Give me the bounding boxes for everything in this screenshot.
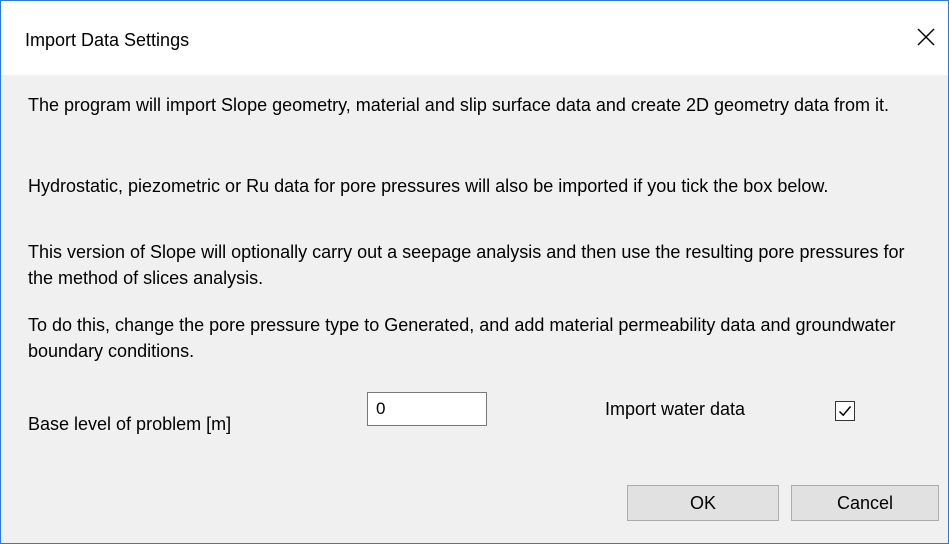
import-data-settings-dialog: Import Data Settings The program will im… <box>0 0 949 544</box>
cancel-button[interactable]: Cancel <box>791 485 939 521</box>
import-water-checkbox[interactable] <box>835 401 855 421</box>
pore-pressure-import-text: Hydrostatic, piezometric or Ru data for … <box>28 176 829 196</box>
import-water-label: Import water data <box>605 399 746 419</box>
close-icon <box>917 28 935 46</box>
ok-button[interactable]: OK <box>627 485 779 521</box>
close-button[interactable] <box>904 15 948 59</box>
base-level-label: Base level of problem [m] <box>28 414 232 434</box>
generated-pressure-instructions-text: To do this, change the pore pressure typ… <box>28 315 896 361</box>
checkmark-icon <box>838 406 852 417</box>
title-bar[interactable]: Import Data Settings <box>1 1 948 75</box>
import-description-text: The program will import Slope geometry, … <box>28 95 890 115</box>
base-level-input[interactable] <box>367 392 487 426</box>
seepage-analysis-text: This version of Slope will optionally ca… <box>28 242 905 288</box>
dialog-title: Import Data Settings <box>25 30 190 50</box>
